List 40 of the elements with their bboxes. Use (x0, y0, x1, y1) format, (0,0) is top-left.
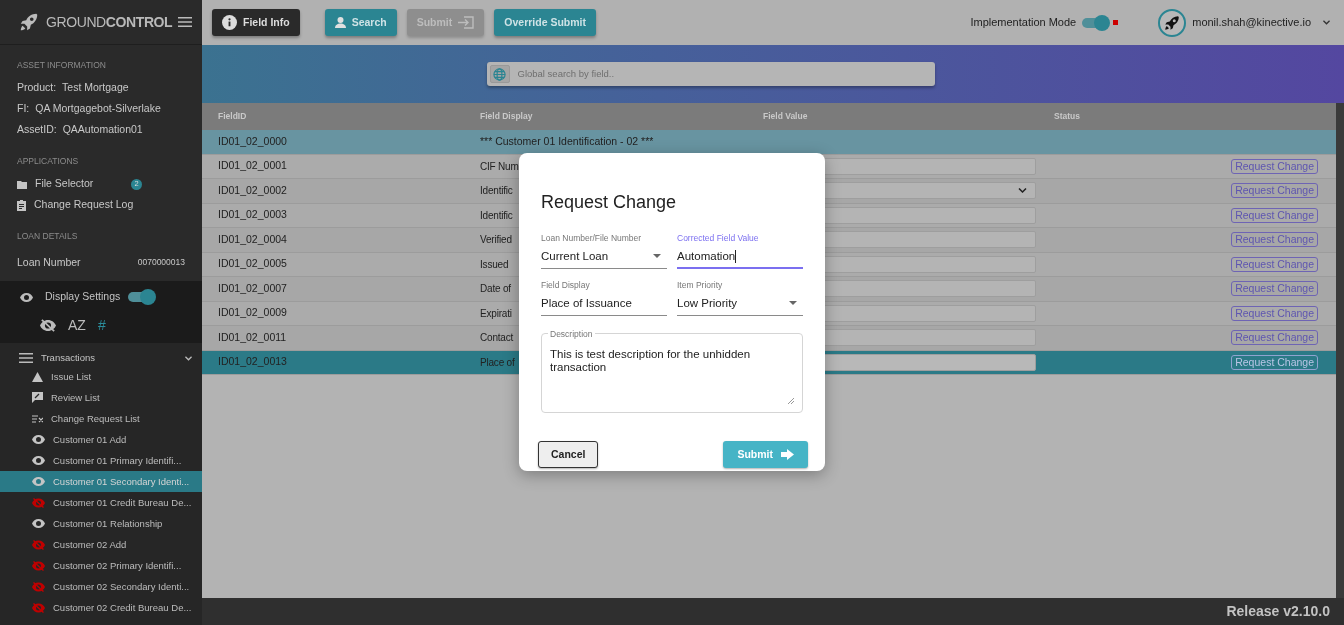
info-label: Loan Number (17, 254, 81, 270)
dialog-title: Request Change (541, 191, 678, 214)
section-heading: ASSET INFORMATION (16, 59, 107, 72)
table-cell-text: ID01_02_0004 (218, 231, 287, 247)
table-cell-text: Issued (480, 257, 509, 272)
table-cell-text: Expirati (480, 306, 512, 321)
table-cell-text: Place of (480, 355, 515, 370)
table-cell-text: *** Customer 01 Identification - 02 *** (480, 133, 654, 149)
table-cell-text: Verified (480, 233, 512, 248)
table-cell-text: ID01_02_0002 (218, 182, 287, 198)
info-label: AssetID: (17, 122, 57, 138)
table-cell-text: ID01_02_0011 (218, 329, 287, 345)
column-header: FieldID (218, 110, 248, 123)
settings-label: Display Settings (45, 289, 121, 305)
footer-bar: Release v2.10.0 (202, 598, 1344, 625)
table-cell-text: ID01_02_0001 (218, 158, 287, 174)
table-cell-text: ID01_02_0013 (218, 354, 287, 370)
table-cell-text: ID01_02_0009 (218, 305, 287, 321)
info-label: Product: (17, 80, 57, 96)
info-label: FI: (17, 101, 30, 117)
table-cell-text: CIF Num (480, 159, 519, 174)
table-cell-text: ID01_02_0007 (218, 280, 287, 296)
table-cell-text: ID01_02_0005 (218, 256, 287, 272)
info-value: 0070000013 (137, 256, 185, 270)
column-header: Field Display (480, 110, 534, 123)
info-value: QA Mortgagebot-Silverlake (35, 101, 161, 117)
info-value: QAAutomation01 (62, 122, 143, 138)
info-value: Test Mortgage (62, 80, 129, 96)
table-cell-text: Contact (480, 331, 514, 346)
column-header: Status (1054, 110, 1081, 123)
app-logo: GROUNDCONTROL (46, 12, 173, 32)
table-cell-text: Identific (480, 208, 513, 223)
section-heading: APPLICATIONS (16, 154, 80, 168)
table-cell-text: ID01_02_0003 (218, 207, 287, 223)
column-header: Field Value (763, 110, 809, 123)
table-cell-text: ID01_02_0000 (218, 133, 287, 149)
section-heading: LOAN DETAILS (16, 229, 79, 243)
mode-label: Implementation Mode (970, 15, 1077, 31)
table-cell-text: Date of (480, 282, 511, 297)
table-cell-text: Identific (480, 184, 513, 199)
